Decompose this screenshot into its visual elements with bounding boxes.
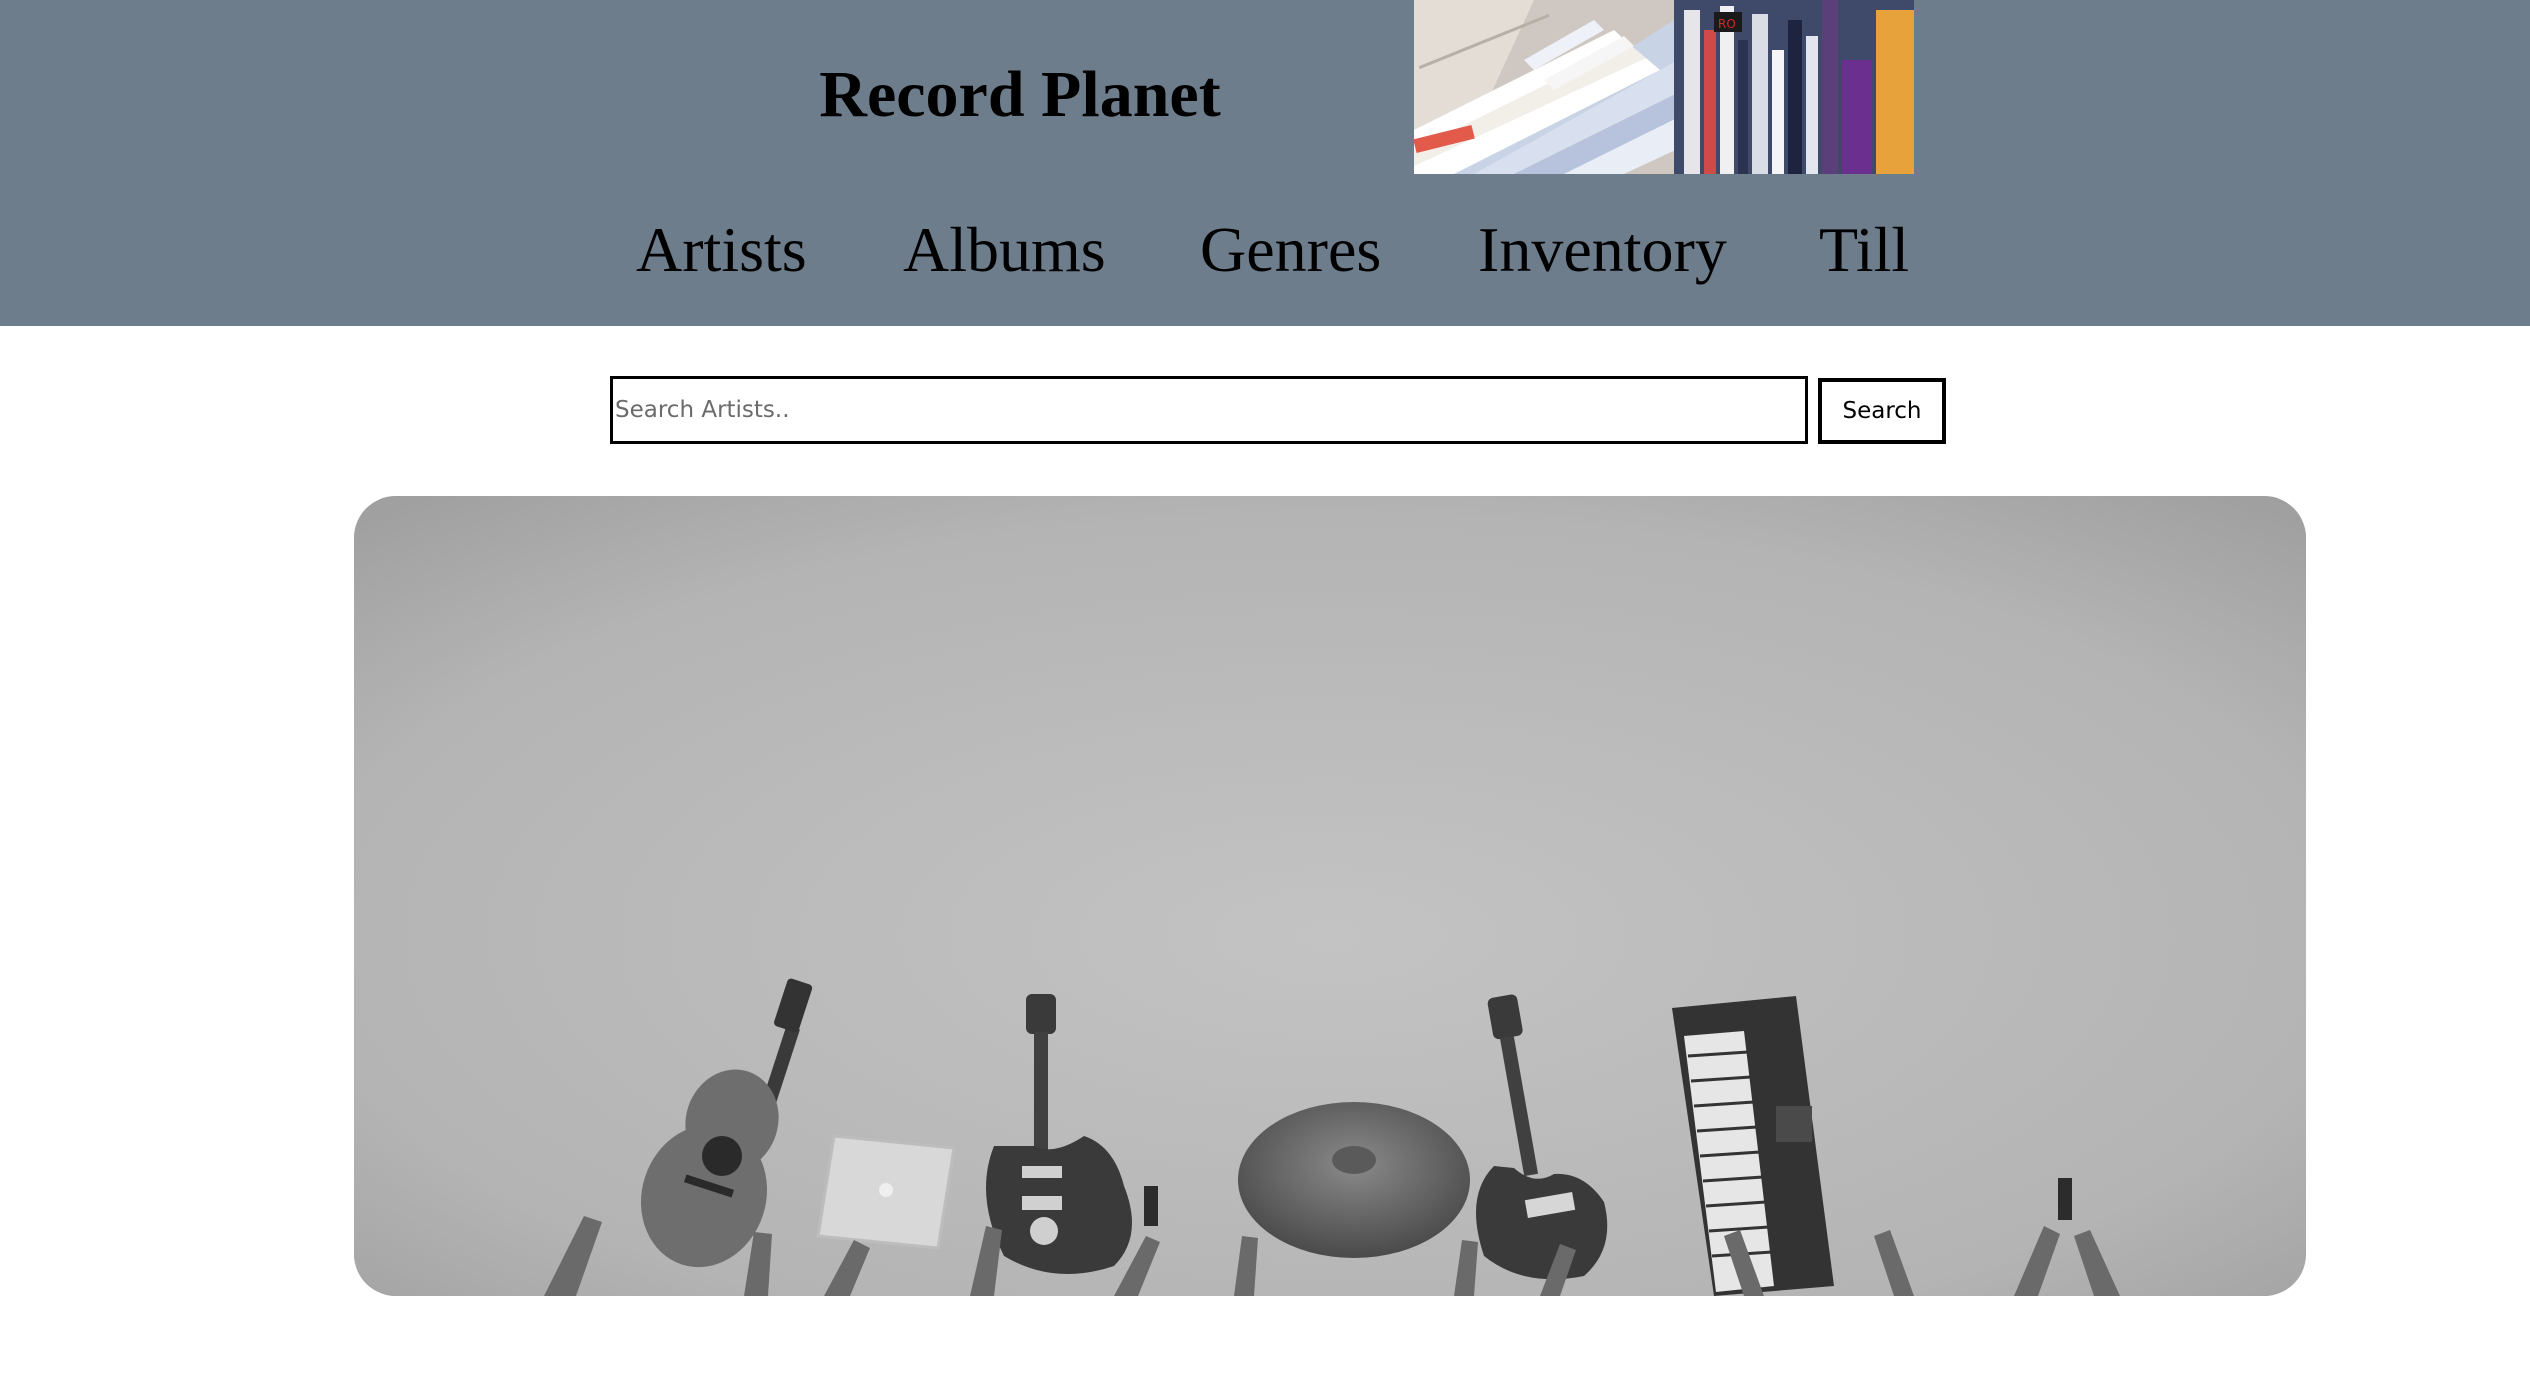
search-input[interactable]	[610, 376, 1808, 444]
record-shelves-graphic: RO	[1414, 0, 1914, 174]
microphone	[1144, 1186, 1158, 1226]
microphone	[2058, 1178, 2072, 1220]
laptop	[816, 1134, 956, 1250]
nav-item-genres[interactable]: Genres	[1200, 208, 1381, 292]
site-title: Record Planet	[819, 58, 1221, 131]
instruments-photo-graphic	[354, 496, 2306, 1296]
nav-item-inventory[interactable]: Inventory	[1478, 208, 1727, 292]
search-button[interactable]: Search	[1818, 378, 1946, 444]
hero-image	[354, 496, 2306, 1296]
cymbal	[1238, 1102, 1470, 1258]
site-header: Record Planet RO Artists Albums Genres I…	[0, 0, 2530, 326]
main-nav: Artists Albums Genres Inventory Till	[0, 208, 2530, 292]
svg-text:RO: RO	[1718, 17, 1736, 31]
nav-item-albums[interactable]: Albums	[903, 208, 1106, 292]
nav-item-artists[interactable]: Artists	[636, 208, 807, 292]
record-shelves-image: RO	[1414, 0, 1914, 174]
nav-item-till[interactable]: Till	[1819, 208, 1909, 292]
